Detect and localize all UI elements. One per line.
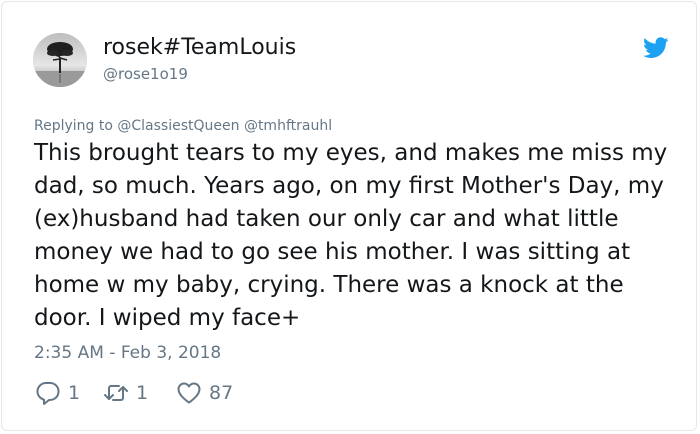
avatar-tree-image [33, 33, 87, 87]
avatar[interactable] [33, 33, 87, 87]
user-handle[interactable]: @rose1o19 [103, 65, 188, 83]
like-count: 87 [209, 382, 234, 404]
replying-to[interactable]: Replying to @ClassiestQueen @tmhftrauhl [34, 117, 332, 135]
tweet-timestamp[interactable]: 2:35 AM - Feb 3, 2018 [34, 342, 221, 364]
like-button[interactable]: 87 [176, 378, 233, 408]
reply-count: 1 [68, 382, 81, 404]
reply-bubble-icon [36, 382, 60, 405]
tweet-text: This brought tears to my eyes, and makes… [34, 140, 668, 331]
reply-button[interactable]: 1 [35, 378, 80, 408]
tweet-card: rosek#TeamLouis @rose1o19 Replying to @C… [1, 1, 697, 431]
retweet-button[interactable]: 1 [103, 378, 148, 408]
retweet-icon [104, 385, 128, 401]
retweet-count: 1 [136, 382, 149, 404]
twitter-bird-icon[interactable] [643, 37, 669, 59]
display-name[interactable]: rosek#TeamLouis [103, 34, 296, 62]
heart-icon [177, 382, 201, 404]
